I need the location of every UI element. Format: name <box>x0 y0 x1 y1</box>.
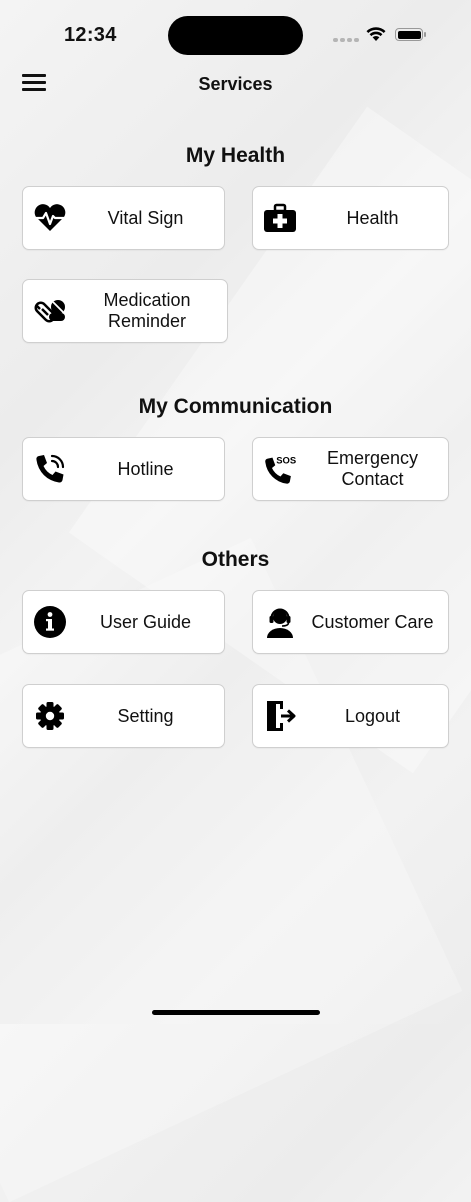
status-bar: 12:34 <box>0 0 471 70</box>
hotline-button[interactable]: Hotline <box>22 437 225 501</box>
cellular-signal-icon <box>333 38 359 42</box>
pills-icon <box>33 294 67 328</box>
heartbeat-icon <box>33 201 67 235</box>
gear-icon <box>33 699 67 733</box>
customer-care-label: Customer Care <box>311 611 434 632</box>
section-title-my-health: My Health <box>185 144 286 167</box>
section-title-others: Others <box>201 548 270 571</box>
hotline-label: Hotline <box>117 458 174 479</box>
vital-sign-button[interactable]: Vital Sign <box>22 186 225 250</box>
battery-icon <box>395 28 426 41</box>
user-guide-button[interactable]: User Guide <box>22 590 225 654</box>
medication-reminder-button[interactable]: Medication Reminder <box>22 279 228 343</box>
dynamic-island <box>168 16 303 55</box>
emergency-contact-button[interactable]: SOS Emergency Contact <box>252 437 449 501</box>
navigation-bar: Services <box>0 66 471 104</box>
page-title: Services <box>198 74 273 94</box>
svg-text:SOS: SOS <box>276 455 296 466</box>
emergency-contact-label: Emergency Contact <box>326 448 419 489</box>
customer-care-button[interactable]: Customer Care <box>252 590 449 654</box>
setting-button[interactable]: Setting <box>22 684 225 748</box>
status-time: 12:34 <box>64 24 117 46</box>
setting-label: Setting <box>117 705 174 726</box>
headset-agent-icon <box>263 605 297 639</box>
user-guide-label: User Guide <box>99 611 192 632</box>
info-icon <box>33 605 67 639</box>
first-aid-kit-icon <box>263 201 297 235</box>
logout-door-icon <box>263 699 297 733</box>
phone-sos-icon: SOS <box>263 452 297 486</box>
wifi-icon <box>365 25 387 47</box>
vital-sign-label: Vital Sign <box>107 207 184 228</box>
phone-ringing-icon <box>33 452 67 486</box>
home-indicator[interactable] <box>152 1010 320 1015</box>
health-button[interactable]: Health <box>252 186 449 250</box>
section-title-my-communication: My Communication <box>138 395 333 418</box>
health-label: Health <box>346 207 399 228</box>
logout-button[interactable]: Logout <box>252 684 449 748</box>
medication-reminder-label: Medication Reminder <box>103 290 191 331</box>
logout-label: Logout <box>344 705 401 726</box>
